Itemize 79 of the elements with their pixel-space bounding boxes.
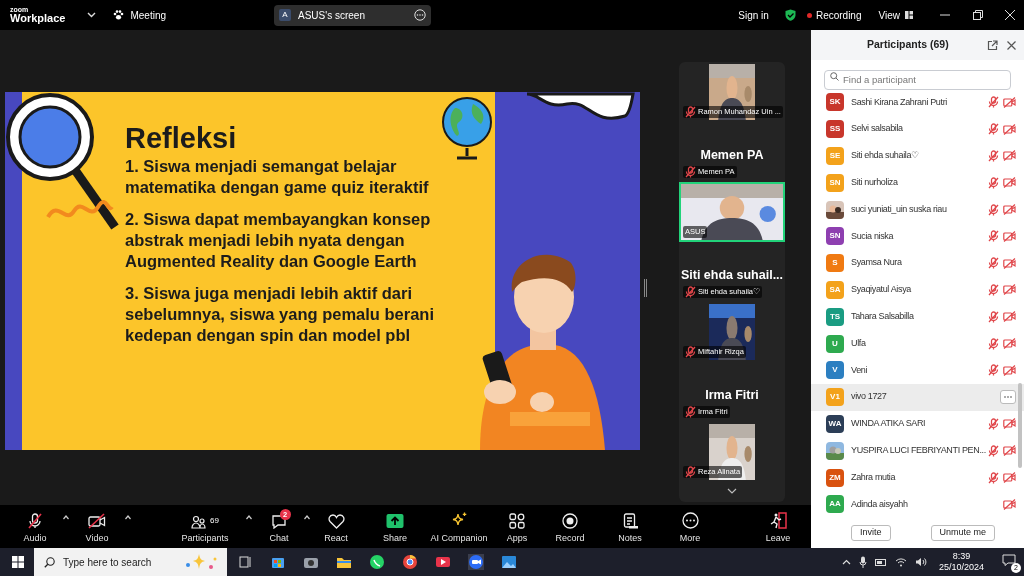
toolbar-button[interactable]: Share bbox=[370, 506, 420, 547]
avatar: A bbox=[279, 9, 291, 21]
participant-display-name: Irma Fitri bbox=[705, 387, 759, 404]
avatar: U bbox=[826, 334, 844, 353]
participant-row[interactable]: SE Siti ehda suhaila♡ bbox=[811, 142, 1024, 170]
slide-bullet-text: 1. Siswa menjadi semangat belajar matematika dengan game quiz iteraktif bbox=[125, 156, 430, 198]
participant-count: 69 bbox=[210, 515, 219, 527]
toolbar-button[interactable]: Apps bbox=[497, 506, 537, 547]
participant-row[interactable]: YUSPIRA LUCI FEBRIYANTI PEN... bbox=[811, 437, 1024, 465]
avatar: TS bbox=[826, 307, 844, 326]
participant-name: Ulfa bbox=[851, 336, 866, 350]
clock[interactable]: 8:39 25/10/2024 bbox=[938, 551, 984, 573]
toolbar-button[interactable]: AI Companion bbox=[420, 506, 498, 547]
participant-row[interactable]: ZM Zahra mutia bbox=[811, 464, 1024, 491]
avatar: ZM bbox=[826, 468, 844, 487]
panel-button[interactable]: Invite bbox=[851, 525, 891, 541]
participant-name: Syamsa Nura bbox=[851, 256, 902, 270]
participant-name: Adinda aisyahh bbox=[851, 497, 908, 511]
participant-name: vivo 1727 bbox=[851, 390, 887, 404]
slide-bullet-text: 3. Siswa juga menjadi lebih aktif dari sebelumnya, siswa yang pemalu berani kedepan dengan spin dan model pbl bbox=[125, 283, 436, 346]
avatar: AA bbox=[826, 495, 844, 514]
view-menu[interactable]: View bbox=[878, 7, 913, 23]
screen-share-pill[interactable]: A ASUS's screen bbox=[274, 4, 431, 26]
participant-row[interactable]: AA Adinda aisyahh bbox=[811, 490, 1024, 518]
participant-row[interactable]: SA Syaqiyatul Aisya bbox=[811, 276, 1024, 304]
participant-name: Siti nurholiza bbox=[851, 176, 898, 190]
participant-row[interactable]: suci yuniati_uin suska riau bbox=[811, 196, 1024, 223]
participant-row[interactable]: S Syamsa Nura bbox=[811, 249, 1024, 277]
participant-name: Siti ehda suhaila♡ bbox=[851, 149, 919, 163]
participant-name: Sashi Kirana Zahrani Putri bbox=[851, 95, 947, 109]
panel-button[interactable]: Unmute me bbox=[930, 525, 996, 541]
participant-row[interactable]: SS Selvi salsabila bbox=[811, 115, 1024, 143]
recording-indicator[interactable]: Recording bbox=[806, 7, 862, 23]
toolbar-button[interactable]: Video bbox=[72, 506, 122, 547]
avatar: V1 bbox=[826, 388, 844, 407]
logo-text: Workplace bbox=[10, 13, 66, 24]
avatar: SE bbox=[826, 147, 844, 165]
avatar: SS bbox=[826, 120, 844, 139]
avatar: SN bbox=[826, 173, 844, 192]
sign-in-link[interactable]: Sign in bbox=[738, 7, 769, 23]
participant-display-name: Memen PA bbox=[700, 147, 764, 164]
participant-name: Selvi salsabila bbox=[851, 122, 903, 136]
participant-row[interactable]: V1 vivo 1727 bbox=[811, 383, 1024, 411]
participant-row[interactable]: SN Sucia niska bbox=[811, 223, 1024, 250]
shared-screen-label: ASUS's screen bbox=[298, 8, 365, 23]
participant-row[interactable]: WA WINDA ATIKA SARI bbox=[811, 410, 1024, 438]
participant-row[interactable]: SN Siti nurholiza bbox=[811, 169, 1024, 197]
avatar: S bbox=[826, 254, 844, 273]
taskbar-search-field[interactable]: Type here to search bbox=[34, 548, 227, 576]
avatar: SN bbox=[826, 227, 844, 246]
participant-name: YUSPIRA LUCI FEBRIYANTI PEN... bbox=[851, 444, 986, 457]
participant-name: Zahra mutia bbox=[851, 470, 896, 484]
participant-name: suci yuniati_uin suska riau bbox=[851, 202, 947, 216]
toolbar-button[interactable]: Leave bbox=[753, 506, 803, 547]
toolbar-button[interactable]: 69 Participants bbox=[167, 506, 243, 547]
participant-name: Sucia niska bbox=[851, 229, 894, 243]
participant-row[interactable]: SK Sashi Kirana Zahrani Putri bbox=[811, 89, 1024, 116]
avatar: SA bbox=[826, 280, 844, 299]
participant-name: Veni bbox=[851, 363, 868, 377]
participant-row[interactable]: U Ulfa bbox=[811, 330, 1024, 357]
toolbar-button[interactable]: More bbox=[665, 506, 715, 547]
avatar: V bbox=[826, 361, 844, 380]
toolbar-button[interactable]: React bbox=[314, 506, 358, 547]
meeting-menu[interactable]: Meeting bbox=[113, 7, 166, 23]
slide-bullet-text: 2. Siswa dapat membayangkan konsep abstrak menjadi lebih nyata dengan Augmented Reality dan Google Earth bbox=[125, 209, 432, 272]
toolbar-button[interactable]: Record bbox=[545, 506, 595, 547]
participant-name: Syaqiyatul Aisya bbox=[851, 283, 911, 297]
participant-display-name: Siti ehda suhail... bbox=[680, 267, 784, 284]
slide-title: Refleksi bbox=[125, 122, 238, 154]
participant-row[interactable]: TS Tahara Salsabilla bbox=[811, 303, 1024, 331]
avatar: SK bbox=[826, 93, 844, 112]
participant-name: Tahara Salsabilla bbox=[851, 310, 914, 323]
toolbar-button[interactable]: Audio bbox=[10, 506, 60, 547]
panel-title: Participants (69) bbox=[867, 37, 949, 53]
participant-row[interactable]: V Veni bbox=[811, 356, 1024, 384]
search-field[interactable]: Find a participant bbox=[824, 69, 1011, 90]
avatar: WA bbox=[826, 414, 844, 433]
participant-name: WINDA ATIKA SARI bbox=[851, 417, 926, 431]
toolbar-button[interactable]: Notes bbox=[605, 506, 655, 547]
